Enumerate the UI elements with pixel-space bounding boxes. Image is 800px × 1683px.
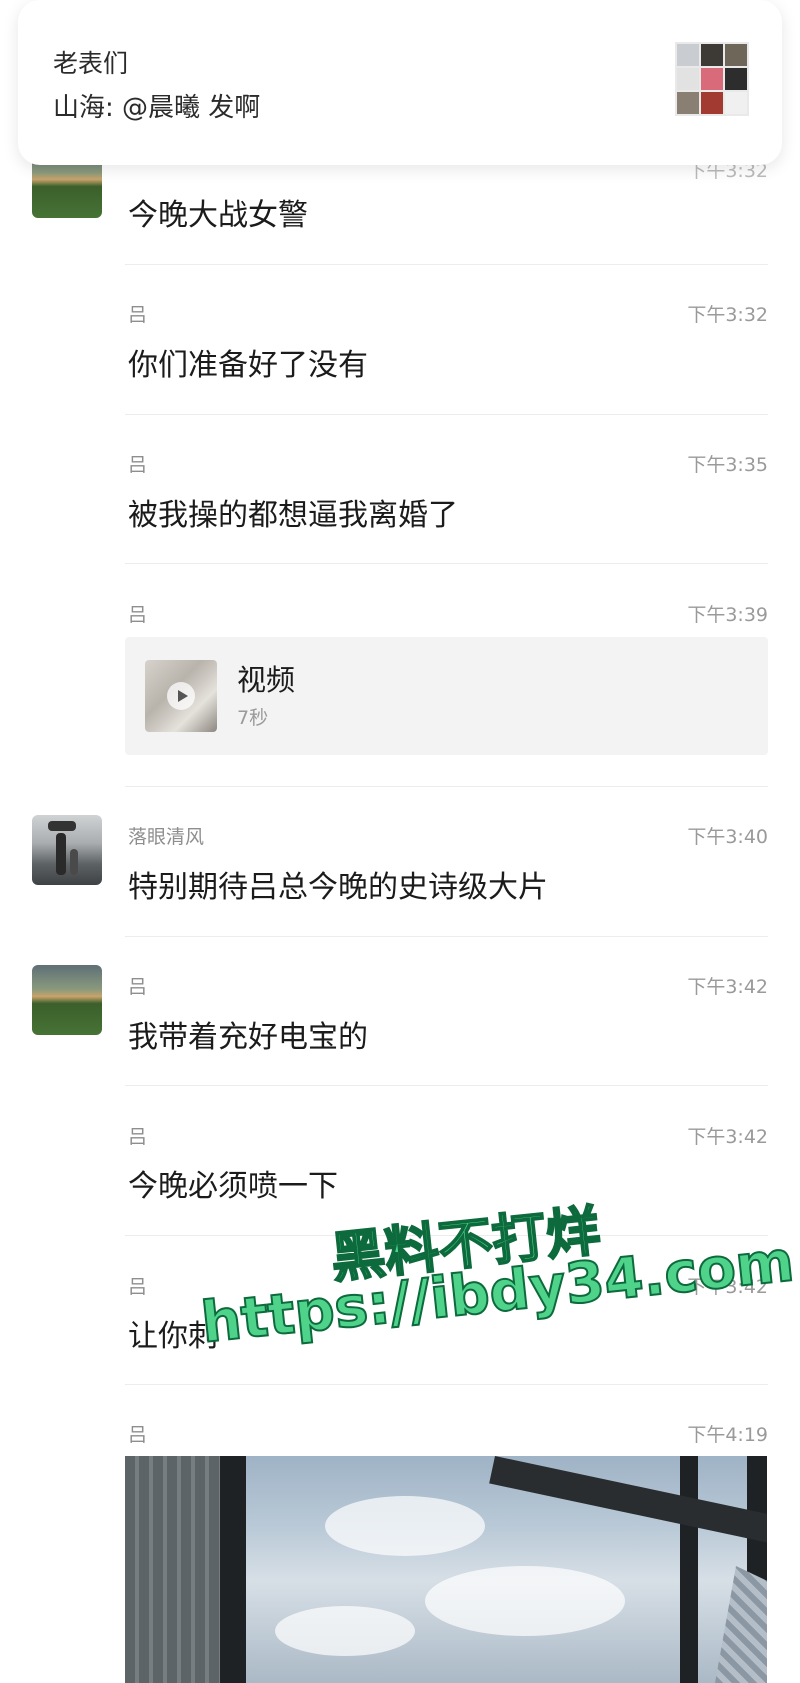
divider [125, 264, 768, 265]
message-time: 下午3:40 [687, 826, 768, 848]
play-icon[interactable] [167, 682, 195, 710]
message-sender: 吕 [128, 1276, 148, 1298]
message-time: 下午3:42 [687, 1126, 768, 1148]
message-time: 下午3:35 [687, 454, 768, 476]
video-duration: 7秒 [237, 707, 269, 729]
message-text: 你们准备好了没有 [128, 348, 368, 383]
message-sender: 吕 [128, 1126, 148, 1148]
group-avatar [675, 42, 749, 116]
divider [125, 563, 768, 564]
notification-group-name: 老表们 [53, 49, 129, 78]
divider [125, 936, 768, 937]
notification-preview: 山海: @晨曦 发啊 [53, 93, 261, 123]
image-message[interactable] [125, 1456, 767, 1683]
divider [125, 1235, 768, 1236]
avatar[interactable] [32, 965, 102, 1035]
message-sender: 吕 [128, 976, 148, 998]
avatar[interactable] [32, 815, 102, 885]
message-text: 特别期待吕总今晚的史诗级大片 [128, 870, 548, 905]
message-time: 下午4:19 [687, 1424, 768, 1446]
message-sender: 吕 [128, 1424, 148, 1446]
message-text: 今晚必须喷一下 [128, 1169, 338, 1204]
message-sender: 落眼清风 [128, 826, 205, 848]
message-sender: 吕 [128, 604, 148, 626]
message-time: 下午3:42 [687, 1276, 768, 1298]
video-message-card[interactable]: 视频 7秒 [125, 637, 768, 755]
video-thumbnail[interactable] [145, 660, 217, 732]
message-time: 下午3:32 [687, 304, 768, 326]
message-sender: 吕 [128, 304, 148, 326]
notification-banner[interactable]: 老表们 山海: @晨曦 发啊 [18, 0, 782, 165]
message-sender: 吕 [128, 454, 148, 476]
message-text: 被我操的都想逼我离婚了 [128, 498, 458, 533]
message-time: 下午3:39 [687, 604, 768, 626]
message-time: 下午3:42 [687, 976, 768, 998]
divider [125, 1085, 768, 1086]
divider [125, 414, 768, 415]
video-title: 视频 [237, 663, 296, 697]
message-text: 让你刺 [128, 1319, 218, 1354]
message-text: 今晚大战女警 [128, 198, 308, 233]
chat-feed: 下午3:32 今晚大战女警 吕 下午3:32 你们准备好了没有 吕 下午3:35… [0, 0, 800, 1683]
divider [125, 1384, 768, 1385]
divider [125, 786, 768, 787]
message-text: 我带着充好电宝的 [128, 1020, 368, 1055]
